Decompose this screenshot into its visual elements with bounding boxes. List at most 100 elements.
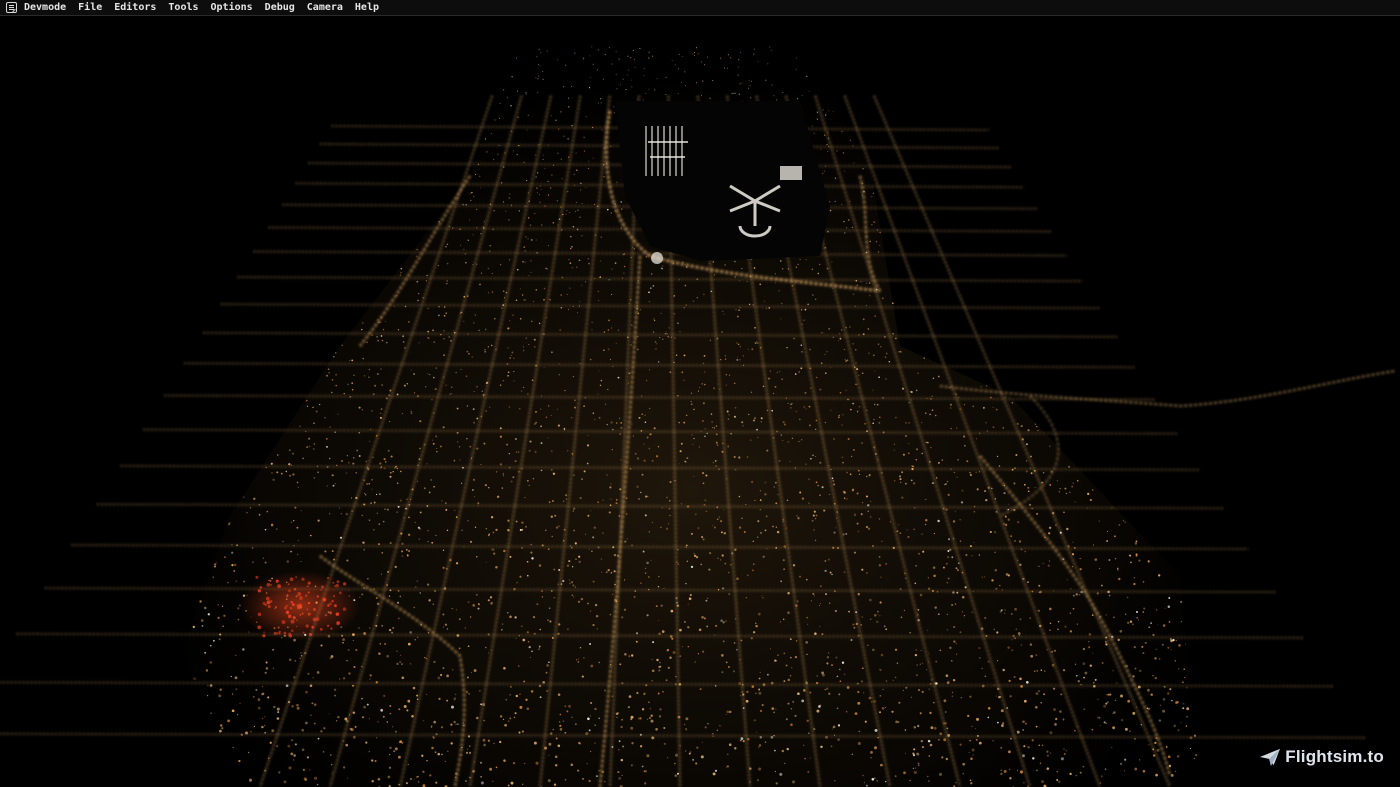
terminal-light [669, 126, 671, 176]
city-light [775, 526, 777, 528]
city-light [637, 98, 639, 100]
city-light [700, 430, 702, 433]
city-light [974, 728, 977, 730]
city-light [386, 721, 389, 723]
city-light [384, 642, 387, 645]
city-light [640, 582, 642, 584]
city-light [389, 705, 392, 707]
city-light [383, 694, 386, 697]
city-light [1053, 649, 1057, 652]
menu-tools[interactable]: Tools [168, 0, 198, 16]
simulator-viewport[interactable] [0, 16, 1400, 787]
city-light [914, 653, 918, 657]
city-light [1060, 757, 1064, 761]
city-light [738, 495, 741, 498]
menu-file[interactable]: File [78, 0, 102, 16]
city-light [805, 463, 807, 465]
city-light [374, 760, 377, 762]
city-light [550, 414, 552, 417]
city-light [317, 519, 320, 522]
city-light [347, 648, 350, 652]
city-light [1100, 775, 1103, 778]
paper-plane-icon [1260, 748, 1281, 767]
city-light [1106, 530, 1109, 532]
city-light [824, 353, 826, 356]
city-light [337, 715, 340, 719]
city-light [896, 530, 899, 533]
city-light [921, 662, 924, 664]
city-light [511, 351, 514, 354]
city-light [962, 762, 966, 766]
city-light [399, 661, 402, 663]
city-light [526, 129, 528, 131]
city-light [491, 272, 493, 275]
city-light [820, 148, 822, 151]
city-light [293, 676, 296, 679]
city-light [1041, 780, 1044, 784]
city-light [331, 550, 334, 553]
city-light [742, 425, 744, 427]
city-light [1073, 729, 1076, 732]
city-light [877, 736, 879, 739]
city-light [515, 637, 517, 639]
city-light [916, 613, 919, 616]
city-light [1092, 681, 1095, 684]
city-light [379, 462, 382, 465]
city-light [573, 529, 575, 532]
city-light [712, 735, 714, 737]
city-light [618, 777, 622, 780]
city-light [477, 504, 479, 506]
city-light [861, 568, 864, 571]
city-light [579, 301, 581, 303]
city-light [265, 466, 267, 469]
city-light [499, 102, 501, 104]
menu-editors[interactable]: Editors [114, 0, 156, 16]
city-light [791, 780, 796, 784]
city-light [833, 531, 836, 534]
city-light [236, 714, 239, 716]
city-light [627, 706, 630, 709]
city-light [467, 645, 470, 648]
city-light [493, 210, 495, 212]
city-light [756, 341, 758, 343]
menu-help[interactable]: Help [355, 0, 379, 16]
city-light [462, 466, 464, 469]
city-light [408, 321, 410, 323]
city-light [567, 308, 570, 311]
city-light [394, 565, 397, 569]
city-light [466, 350, 469, 353]
menu-debug[interactable]: Debug [265, 0, 295, 16]
city-light [615, 342, 617, 344]
city-light [921, 690, 924, 694]
city-light [693, 51, 695, 54]
city-light [505, 699, 507, 701]
city-light [358, 431, 361, 434]
city-light [364, 492, 366, 494]
devmode-editor-icon[interactable] [6, 2, 17, 13]
city-light [478, 329, 480, 332]
city-light [969, 473, 973, 477]
city-light [538, 564, 542, 567]
menu-options[interactable]: Options [211, 0, 253, 16]
city-light [1099, 567, 1101, 569]
city-light [720, 619, 723, 622]
city-light [276, 745, 278, 747]
menu-camera[interactable]: Camera [307, 0, 343, 16]
city-light [589, 750, 592, 753]
city-light [345, 513, 348, 516]
city-light [1112, 726, 1115, 729]
city-light [469, 540, 473, 543]
city-light [721, 671, 724, 674]
city-light [576, 266, 578, 268]
city-light [889, 521, 891, 523]
city-light [262, 692, 265, 695]
city-light [834, 177, 837, 179]
city-light [812, 514, 815, 517]
city-light [598, 769, 600, 772]
menu-devmode[interactable]: Devmode [24, 0, 66, 16]
city-light [608, 279, 610, 281]
city-light [880, 346, 882, 348]
city-light [685, 750, 687, 752]
city-light [565, 498, 568, 501]
city-light [1007, 574, 1010, 577]
